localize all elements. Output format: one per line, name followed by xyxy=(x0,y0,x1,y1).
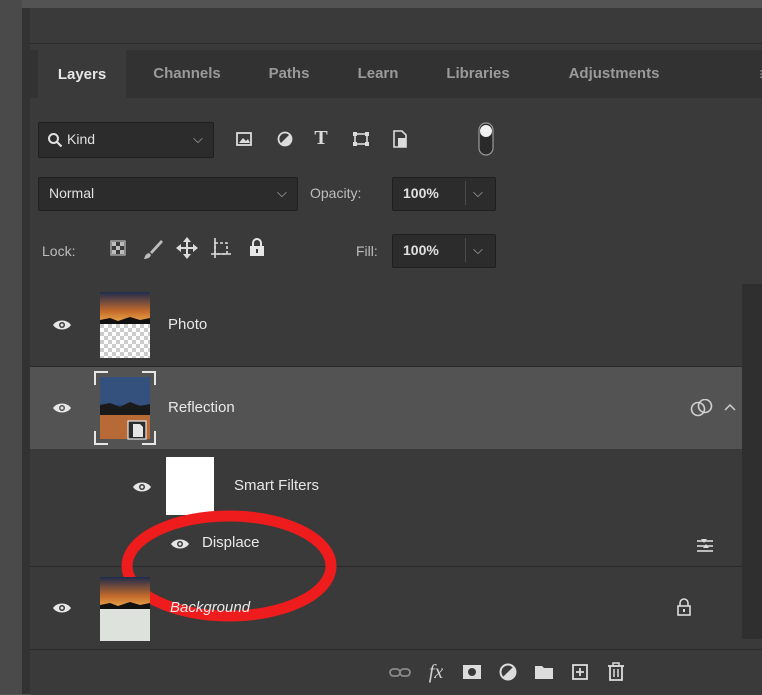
layer-row-background[interactable]: Background xyxy=(30,567,742,649)
tab-paths[interactable]: Paths xyxy=(256,50,322,98)
layer-thumbnail-photo xyxy=(100,292,150,358)
left-dock-strip xyxy=(0,0,22,694)
smart-object-filter-icon[interactable] xyxy=(392,130,408,148)
tab-libraries[interactable]: Libraries xyxy=(428,50,528,98)
lock-artboard-icon[interactable] xyxy=(210,237,232,259)
layer-row-photo[interactable]: Photo xyxy=(30,284,742,366)
smart-filter-blend-icon xyxy=(690,399,713,417)
filter-kind-label: Kind xyxy=(67,131,96,147)
link-layers-icon[interactable] xyxy=(388,660,412,684)
lock-transparent-pixels-icon[interactable] xyxy=(110,240,126,256)
blend-mode-value: Normal xyxy=(49,185,95,201)
tab-layers[interactable]: Layers xyxy=(38,50,126,99)
layer-row-reflection[interactable]: Reflection xyxy=(30,367,742,449)
chevron-down-icon[interactable]: ⌵ xyxy=(473,185,483,201)
opacity-label: Opacity: xyxy=(310,185,362,201)
lock-position-icon[interactable] xyxy=(176,237,198,259)
tab-channels[interactable]: Channels xyxy=(136,50,238,98)
panel-collapse-bar[interactable] xyxy=(30,8,762,44)
filter-blending-options-icon[interactable] xyxy=(696,537,714,553)
layers-scrollbar[interactable] xyxy=(742,284,762,639)
layers-panel: Layers Channels Paths Learn Libraries Ad… xyxy=(30,44,762,695)
opacity-field[interactable]: 100% ⌵ xyxy=(392,177,496,211)
layers-panel-footer: fx xyxy=(30,649,762,695)
visibility-eye-icon[interactable] xyxy=(52,402,72,414)
chevron-down-icon: ⌵ xyxy=(277,185,287,200)
search-icon xyxy=(48,133,63,148)
lock-label: Lock: xyxy=(42,243,76,259)
panel-tabs: Layers Channels Paths Learn Libraries Ad… xyxy=(30,50,762,99)
layer-name-background: Background xyxy=(170,599,251,616)
adjustment-layer-filter-icon[interactable] xyxy=(277,131,293,147)
layer-name-reflection: Reflection xyxy=(168,399,235,416)
layer-name-photo: Photo xyxy=(168,316,208,333)
layer-thumbnail-background xyxy=(100,577,150,641)
layer-thumbnail-reflection xyxy=(94,371,156,445)
chevron-down-icon[interactable]: ⌵ xyxy=(473,242,483,258)
fill-value: 100% xyxy=(403,242,439,258)
delete-layer-trash-icon[interactable] xyxy=(604,660,628,684)
filter-kind-select[interactable]: Kind ⌵ xyxy=(38,122,214,158)
shape-layer-filter-icon[interactable] xyxy=(352,131,370,147)
new-layer-icon[interactable] xyxy=(568,660,592,684)
new-adjustment-layer-icon[interactable] xyxy=(496,660,520,684)
add-mask-icon[interactable] xyxy=(460,660,484,684)
visibility-eye-icon[interactable] xyxy=(52,319,72,331)
fill-field[interactable]: 100% ⌵ xyxy=(392,234,496,268)
lock-image-pixels-icon[interactable] xyxy=(142,238,164,260)
visibility-eye-icon[interactable] xyxy=(132,481,152,493)
collapse-chevron-icon[interactable] xyxy=(724,403,736,411)
filter-toggle-switch[interactable] xyxy=(478,122,494,156)
fill-label: Fill: xyxy=(356,243,378,259)
visibility-eye-icon[interactable] xyxy=(52,602,72,614)
layer-name-smart-filters: Smart Filters xyxy=(234,477,320,494)
field-divider xyxy=(465,181,466,205)
field-divider xyxy=(465,238,466,262)
type-layer-filter-icon[interactable]: T xyxy=(310,127,332,150)
layer-style-fx-icon[interactable]: fx xyxy=(424,660,448,684)
chevron-down-icon: ⌵ xyxy=(193,131,203,146)
window-top-frame xyxy=(0,0,762,8)
lock-all-icon[interactable] xyxy=(248,237,266,257)
tab-adjustments[interactable]: Adjustments xyxy=(544,50,684,98)
new-group-folder-icon[interactable] xyxy=(532,660,556,684)
layer-locked-icon xyxy=(677,598,691,616)
opacity-value: 100% xyxy=(403,185,439,201)
blend-mode-select[interactable]: Normal ⌵ xyxy=(38,177,298,211)
tab-learn[interactable]: Learn xyxy=(342,50,414,98)
pixel-layer-filter-icon[interactable] xyxy=(236,132,252,146)
